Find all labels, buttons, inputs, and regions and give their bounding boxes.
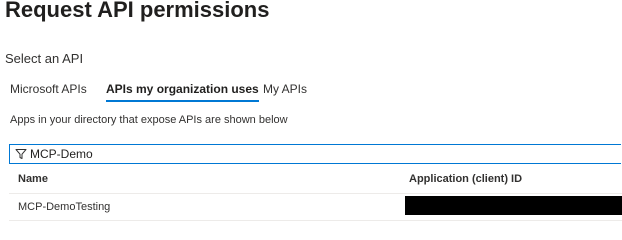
apis-description: Apps in your directory that expose APIs … [10, 114, 288, 126]
tab-microsoft-apis[interactable]: Microsoft APIs [10, 80, 87, 102]
filter-search-box[interactable] [9, 144, 621, 164]
filter-input[interactable] [30, 146, 590, 162]
table-header: Name Application (client) ID [9, 166, 622, 194]
redacted-client-id [405, 196, 622, 215]
tab-apis-my-organization-uses[interactable]: APIs my organization uses [106, 80, 259, 102]
request-api-permissions-panel: Request API permissions Select an API Mi… [0, 0, 622, 228]
column-header-client-id[interactable]: Application (client) ID [409, 173, 522, 185]
column-header-name[interactable]: Name [18, 173, 48, 185]
table-row[interactable]: MCP-DemoTesting [9, 194, 622, 221]
page-title: Request API permissions [5, 0, 270, 22]
tab-my-apis[interactable]: My APIs [263, 80, 307, 102]
api-name-cell[interactable]: MCP-DemoTesting [18, 201, 110, 213]
select-api-label: Select an API [5, 51, 84, 66]
filter-icon [15, 149, 27, 159]
